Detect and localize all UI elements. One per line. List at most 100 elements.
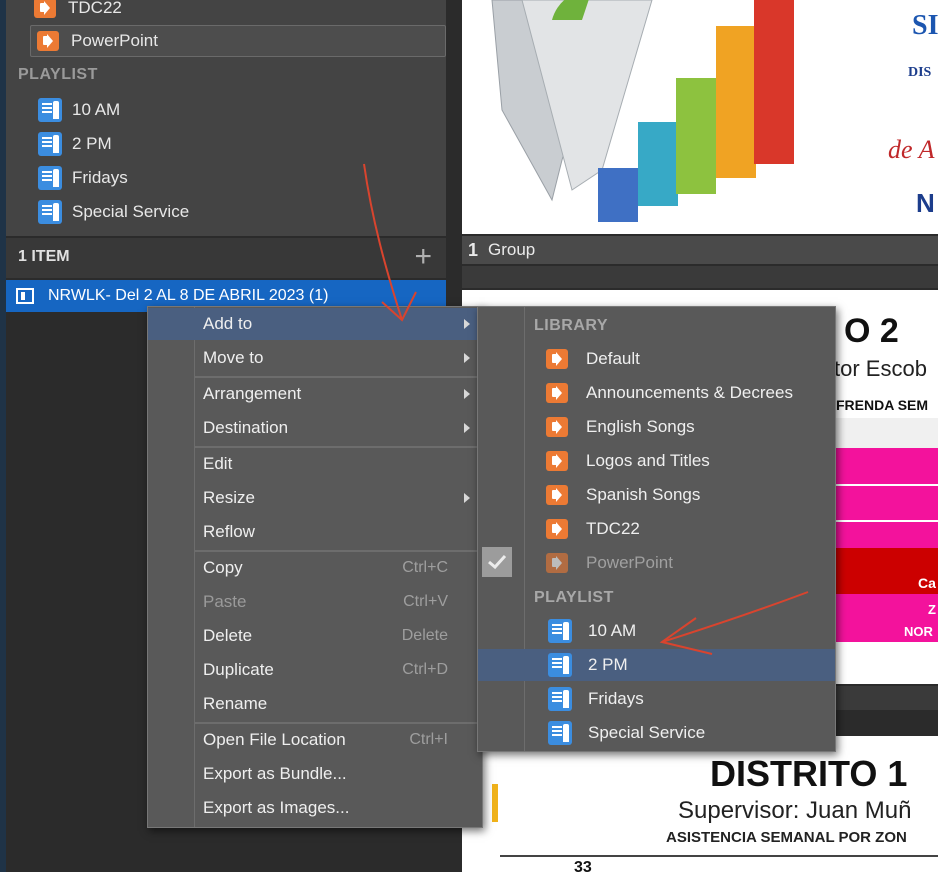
menu-item-edit[interactable]: Edit <box>148 448 482 480</box>
playlist-icon <box>548 619 572 643</box>
playlist-item-label: Fridays <box>72 168 128 187</box>
submenu-library-logos-titles[interactable]: Logos and Titles <box>478 445 835 477</box>
slide-thumbnail-3[interactable]: DISTRITO 1 Supervisor: Juan Muñ ASISTENC… <box>462 736 938 872</box>
library-panel: TDC22 PowerPoint PLAYLIST 10 AM 2 PM Fri… <box>6 0 446 236</box>
menu-item-label: Export as Bundle... <box>203 764 347 783</box>
add-to-submenu: LIBRARY Default Announcements & Decrees … <box>477 306 836 752</box>
menu-item-label: Arrangement <box>203 384 302 403</box>
submenu-library-tdc22[interactable]: TDC22 <box>478 513 835 545</box>
item-label: NRWLK- Del 2 AL 8 DE ABRIL 2023 (1) <box>48 287 329 304</box>
submenu-library-announcements[interactable]: Announcements & Decrees <box>478 377 835 409</box>
playlist-item-label: 10 AM <box>72 100 121 119</box>
playlist-item-fridays[interactable]: Fridays <box>38 164 128 192</box>
menu-item-label: Destination <box>203 418 289 437</box>
slide-text: Ca <box>918 575 936 591</box>
menu-item-add-to[interactable]: Add to <box>148 308 482 340</box>
menu-item-delete[interactable]: Delete Delete <box>148 620 482 652</box>
menu-item-label: Move to <box>203 348 264 367</box>
submenu-item-label: 10 AM <box>588 621 637 640</box>
menu-item-shortcut: Ctrl+C <box>402 559 448 576</box>
slide-text: DIS <box>908 65 932 80</box>
submenu-item-label: Fridays <box>588 689 644 708</box>
playlist-icon <box>38 98 62 122</box>
add-item-button[interactable]: + <box>414 242 432 272</box>
chevron-right-icon <box>464 319 470 329</box>
slide-text: Z <box>928 602 936 617</box>
playlist-item-label: 2 PM <box>72 134 112 153</box>
slide-text: SI <box>912 10 938 41</box>
menu-item-export-bundle[interactable]: Export as Bundle... <box>148 758 482 790</box>
menu-item-label: Copy <box>203 558 243 577</box>
menu-item-label: Paste <box>203 592 247 611</box>
menu-item-label: Rename <box>203 694 268 713</box>
presentation-icon <box>546 383 568 403</box>
presentation-icon <box>546 349 568 369</box>
menu-item-reflow[interactable]: Reflow <box>148 516 482 548</box>
slide-text: 33 <box>574 859 592 872</box>
submenu-playlist-10am[interactable]: 10 AM <box>478 615 835 647</box>
menu-item-rename[interactable]: Rename <box>148 688 482 720</box>
playlist-icon <box>548 653 572 677</box>
context-menu: Add to Move to Arrangement Destination E… <box>147 306 483 828</box>
playlist-icon <box>548 721 572 745</box>
submenu-playlist-2pm[interactable]: 2 PM <box>478 649 835 681</box>
slide-text: ASISTENCIA SEMANAL POR ZON <box>666 829 907 846</box>
submenu-playlist-special-service[interactable]: Special Service <box>478 717 835 749</box>
submenu-library-spanish-songs[interactable]: Spanish Songs <box>478 479 835 511</box>
playlist-item-label: Special Service <box>72 202 190 221</box>
group-separator <box>462 266 938 288</box>
menu-item-copy[interactable]: Copy Ctrl+C <box>148 552 482 584</box>
menu-item-label: Export as Images... <box>203 798 350 817</box>
submenu-item-label: Default <box>586 349 640 368</box>
playlist-item-10am[interactable]: 10 AM <box>38 96 120 124</box>
group-number: 1 <box>468 239 479 260</box>
menu-item-label: Resize <box>203 488 255 507</box>
menu-item-label: Open File Location <box>203 730 346 749</box>
slide-graphic: DISTRITO 1 Supervisor: Juan Muñ ASISTENC… <box>492 753 938 872</box>
menu-item-label: Delete <box>203 626 253 645</box>
presentation-icon <box>546 451 568 471</box>
slide-text: N <box>916 188 935 218</box>
slide-text: DISTRITO 1 <box>710 753 907 794</box>
slide-text: de A <box>888 135 935 164</box>
submenu-library-english-songs[interactable]: English Songs <box>478 411 835 443</box>
submenu-item-label: Special Service <box>588 723 706 742</box>
library-item-label: PowerPoint <box>71 31 158 50</box>
playlist-item-special-service[interactable]: Special Service <box>38 198 189 226</box>
menu-item-shortcut: Ctrl+D <box>402 661 448 678</box>
presentation-icon <box>34 0 56 18</box>
items-header: 1 ITEM + <box>6 238 446 278</box>
menu-item-label: Edit <box>203 454 233 473</box>
menu-item-export-images[interactable]: Export as Images... <box>148 792 482 824</box>
playlist-icon <box>548 687 572 711</box>
submenu-item-label: 2 PM <box>588 655 628 674</box>
menu-item-move-to[interactable]: Move to <box>148 342 482 374</box>
submenu-playlist-fridays[interactable]: Fridays <box>478 683 835 715</box>
menu-item-duplicate[interactable]: Duplicate Ctrl+D <box>148 654 482 686</box>
slide-thumbnail-1[interactable]: SI DIS de A N <box>462 0 938 234</box>
playlist-item-2pm[interactable]: 2 PM <box>38 130 112 158</box>
playlist-section-label: PLAYLIST <box>18 66 98 83</box>
chevron-right-icon <box>464 353 470 363</box>
slide-text: FRENDA SEM <box>836 397 928 413</box>
library-item-tdc22[interactable]: TDC22 <box>34 0 122 22</box>
menu-item-resize[interactable]: Resize <box>148 482 482 514</box>
slide-group-bar[interactable]: 1 Group <box>462 236 938 264</box>
submenu-item-label: Spanish Songs <box>586 485 701 504</box>
menu-item-arrangement[interactable]: Arrangement <box>148 378 482 410</box>
presentation-icon <box>546 519 568 539</box>
library-item-powerpoint[interactable]: PowerPoint <box>30 25 446 57</box>
menu-item-shortcut: Ctrl+V <box>403 593 448 610</box>
menu-item-open-file-location[interactable]: Open File Location Ctrl+I <box>148 724 482 756</box>
presentation-icon <box>546 553 568 573</box>
presentation-icon <box>546 417 568 437</box>
submenu-library-default[interactable]: Default <box>478 343 835 375</box>
submenu-item-label: TDC22 <box>586 519 640 538</box>
menu-item-destination[interactable]: Destination <box>148 412 482 444</box>
menu-item-shortcut: Delete <box>401 627 448 644</box>
items-count: 1 ITEM <box>18 248 70 265</box>
submenu-item-label: Announcements & Decrees <box>586 383 793 402</box>
submenu-item-label: PowerPoint <box>586 553 673 572</box>
presentation-icon <box>37 31 59 51</box>
chart-graphic: SI DIS de A N <box>491 0 938 222</box>
